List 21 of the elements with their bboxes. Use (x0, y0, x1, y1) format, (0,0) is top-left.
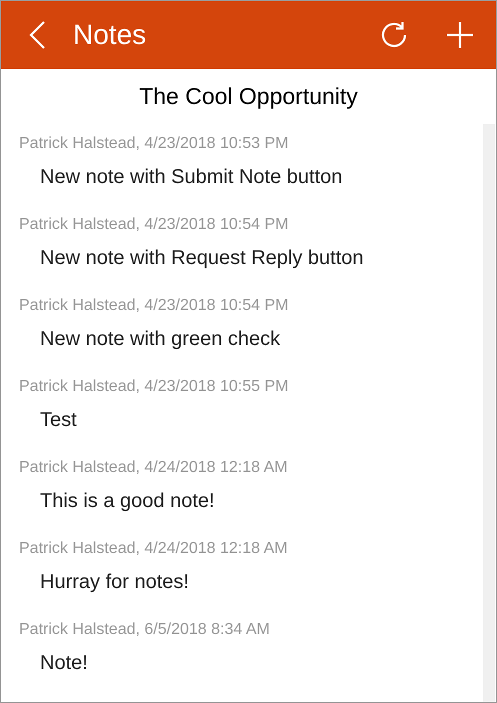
note-text: New note with green check (39, 327, 282, 352)
note-text: New note with Request Reply button (39, 246, 365, 271)
note-text: Hurray for notes! (39, 570, 190, 595)
add-button[interactable] (446, 21, 474, 49)
refresh-icon (379, 20, 409, 50)
note-meta: Patrick Halstead, 4/24/2018 12:18 AM (19, 458, 289, 478)
note-text: Note! (39, 651, 89, 676)
note-meta: Patrick Halstead, 4/23/2018 10:53 PM (19, 134, 290, 154)
note-meta: Patrick Halstead, 4/23/2018 10:54 PM (19, 215, 290, 235)
note-meta: Patrick Halstead, 6/5/2018 8:34 AM (19, 620, 271, 640)
note-text: This is a good note! (39, 489, 216, 514)
note-meta: Patrick Halstead, 4/24/2018 12:18 AM (19, 539, 289, 559)
header-title: Notes (73, 18, 146, 52)
note-meta: Patrick Halstead, 4/23/2018 10:55 PM (19, 377, 290, 397)
note-text: New note with Submit Note button (39, 165, 344, 190)
note-text: Test (39, 408, 78, 433)
back-button[interactable] (27, 20, 47, 50)
back-icon (28, 21, 46, 49)
record-title: The Cool Opportunity (139, 82, 358, 111)
add-icon (447, 22, 473, 48)
note-meta: Patrick Halstead, 4/23/2018 10:54 PM (19, 296, 290, 316)
